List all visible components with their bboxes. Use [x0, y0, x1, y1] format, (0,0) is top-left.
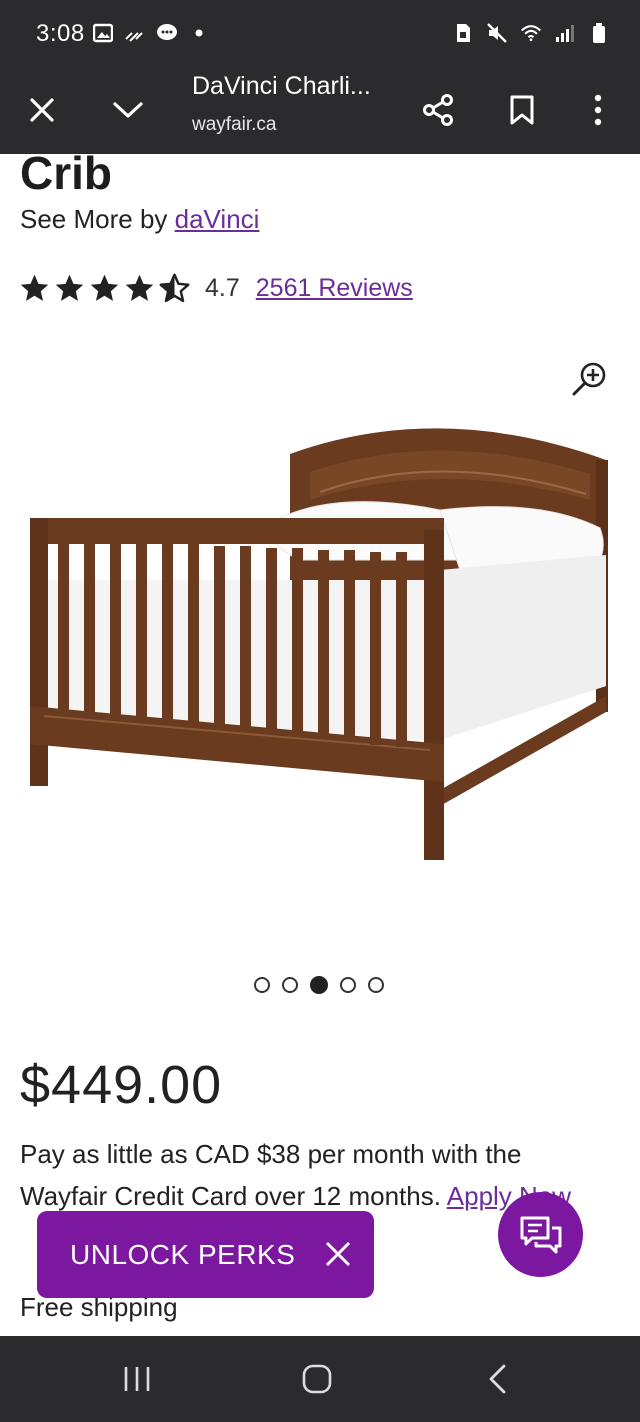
crib-image: [30, 428, 608, 860]
status-time: 3:08: [36, 20, 85, 47]
rating-value: 4.7: [205, 273, 240, 302]
star-full-icon: [125, 274, 154, 301]
status-bar: 3:08: [0, 0, 640, 72]
close-tab-button[interactable]: [18, 86, 66, 134]
carousel-dot[interactable]: [254, 977, 270, 993]
product-price: $449.00: [20, 1055, 223, 1115]
status-left-icons: [92, 22, 210, 44]
see-more-prefix: See More by: [20, 204, 175, 234]
recent-apps-icon: [124, 1367, 150, 1391]
recent-apps-button[interactable]: [112, 1354, 162, 1404]
see-more-line: See More by daVinci: [20, 204, 259, 235]
product-image[interactable]: [20, 410, 620, 880]
rating-row: 4.7 2561 Reviews: [18, 270, 413, 306]
zoom-in-icon: [572, 362, 606, 396]
rating-stars: [18, 272, 191, 305]
close-icon[interactable]: [322, 1238, 354, 1270]
message-icon: [156, 22, 178, 44]
image-carousel-dots: [254, 976, 384, 994]
page-title: DaVinci Charli...: [192, 72, 371, 100]
chevron-down-icon: [113, 102, 143, 118]
battery-icon: [588, 22, 610, 44]
carousel-dot-active[interactable]: [310, 976, 328, 994]
home-button[interactable]: [292, 1354, 342, 1404]
home-icon: [302, 1364, 332, 1394]
sim-icon: [452, 22, 474, 44]
chat-button[interactable]: [498, 1192, 583, 1277]
brand-link[interactable]: daVinci: [175, 204, 260, 234]
dot-icon: [188, 22, 210, 44]
share-button[interactable]: [414, 86, 462, 134]
share-icon: [423, 94, 453, 126]
chat-icon: [520, 1216, 561, 1253]
system-nav-bar: [0, 1336, 640, 1422]
star-full-icon: [20, 274, 49, 301]
carousel-dot[interactable]: [340, 977, 356, 993]
product-title: Crib: [20, 147, 112, 199]
star-full-icon: [55, 274, 84, 301]
reviews-link[interactable]: 2561 Reviews: [256, 274, 413, 303]
zoom-button[interactable]: [570, 360, 610, 400]
image-icon: [92, 22, 114, 44]
unlock-perks-banner[interactable]: UNLOCK PERKS: [37, 1211, 374, 1298]
wifi-icon: [520, 22, 542, 44]
signal-icon: [554, 22, 576, 44]
more-options-button[interactable]: [574, 86, 622, 134]
status-right-icons: [452, 22, 610, 44]
page-url: wayfair.ca: [192, 114, 277, 135]
carousel-dot[interactable]: [282, 977, 298, 993]
back-button[interactable]: [472, 1354, 522, 1404]
star-half-icon: [159, 273, 190, 302]
mute-icon: [486, 22, 508, 44]
browser-toolbar: DaVinci Charli... wayfair.ca: [0, 72, 640, 154]
minimize-button[interactable]: [104, 86, 152, 134]
carousel-dot[interactable]: [368, 977, 384, 993]
star-full-icon: [90, 274, 119, 301]
bookmark-icon: [510, 95, 534, 125]
wifi-calling-icon: [124, 22, 146, 44]
back-icon: [489, 1364, 506, 1394]
unlock-perks-label: UNLOCK PERKS: [70, 1238, 296, 1270]
more-vertical-icon: [594, 94, 602, 126]
bookmark-button[interactable]: [498, 86, 546, 134]
close-icon: [30, 98, 54, 122]
